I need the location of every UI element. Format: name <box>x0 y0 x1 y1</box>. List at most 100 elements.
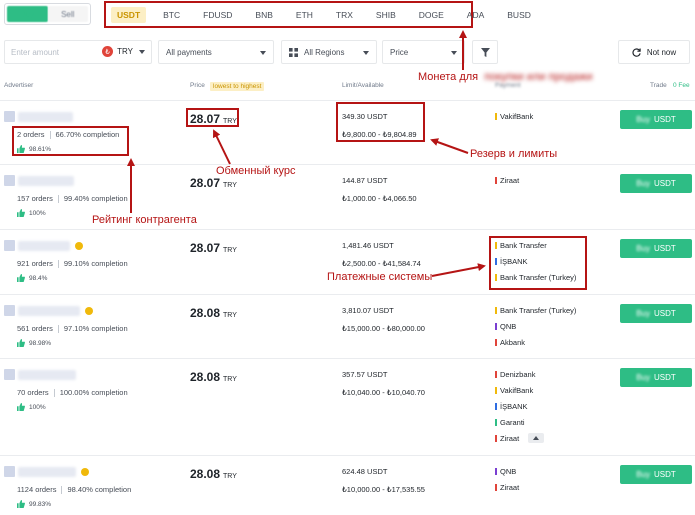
refresh-button[interactable]: Not now <box>618 40 690 64</box>
payment-method-name: Ziraat <box>500 434 520 443</box>
amount-input[interactable] <box>11 47 101 57</box>
avatar[interactable] <box>4 369 15 380</box>
payment-color-bar <box>495 113 497 120</box>
coin-tab-btc[interactable]: BTC <box>157 7 186 23</box>
regions-select[interactable]: All Regions <box>281 40 377 64</box>
coin-annotation-text: Монета для <box>418 71 479 83</box>
header-limit: Limit/Available <box>342 82 384 89</box>
coin-tab-eth[interactable]: ETH <box>290 7 319 23</box>
coin-tabs: USDT BTC FDUSD BNB ETH TRX SHIB DOGE ADA BUSD <box>104 1 531 28</box>
verified-icon <box>75 242 83 250</box>
order-limits: ₺15,000.00 - ₺80,000.00 <box>342 324 425 333</box>
payment-color-bar <box>495 307 497 314</box>
positive-rating: 100% <box>29 403 46 411</box>
positive-rating: 98.98% <box>29 339 52 347</box>
advertiser-name[interactable] <box>18 176 74 186</box>
price: 28.07 TRY <box>190 241 237 255</box>
coin-tab-fdusd[interactable]: FDUSD <box>197 7 238 23</box>
avatar[interactable] <box>4 466 15 477</box>
buy-button[interactable]: Buy USDT <box>620 465 692 484</box>
available-amount: 357.57 USDT <box>342 370 388 379</box>
rating-annotation: Рейтинг контрагента <box>92 214 197 226</box>
orders-count: 70 orders <box>17 388 49 397</box>
rating: 98.4% <box>17 274 47 282</box>
price-sort-badge[interactable]: lowest to highest <box>210 82 265 91</box>
completion-rate: 99.40% completion <box>63 194 128 203</box>
rating: 100% <box>17 209 46 217</box>
advertiser-stats: 921 orders 99.10% completion <box>17 259 128 269</box>
payments-select[interactable]: All payments <box>158 40 274 64</box>
payment-method: İŞBANK <box>495 402 528 411</box>
payment-method-name: Ziraat <box>500 176 520 185</box>
advertiser-name[interactable] <box>18 241 70 251</box>
chevron-down-icon <box>363 51 369 55</box>
reserve-annotation: Резерв и лимиты <box>470 148 558 160</box>
coin-tab-ada[interactable]: ADA <box>461 7 490 23</box>
payment-color-bar <box>495 403 497 410</box>
order-limits: ₺2,500.00 - ₺41,584.74 <box>342 259 421 268</box>
coin-tab-shib[interactable]: SHIB <box>370 7 402 23</box>
filter-button[interactable] <box>472 40 498 64</box>
buy-button-coin: USDT <box>654 309 676 318</box>
price: 28.08 TRY <box>190 467 237 481</box>
thumbs-up-icon <box>17 403 25 411</box>
buy-button-action: Buy <box>636 309 650 318</box>
available-amount: 1,481.46 USDT <box>342 241 394 250</box>
sell-tab[interactable]: Sell <box>47 6 88 22</box>
thumbs-up-icon <box>17 339 25 347</box>
buy-button-action: Buy <box>636 179 650 188</box>
rate-annotation: Обменный курс <box>216 165 296 177</box>
payment-method: Ziraat <box>495 483 519 492</box>
buy-button[interactable]: Buy USDT <box>620 368 692 387</box>
order-limits: ₺1,000.00 - ₺4,066.50 <box>342 194 417 203</box>
verified-icon <box>85 307 93 315</box>
refresh-label: Not now <box>646 47 677 57</box>
coin-tab-trx[interactable]: TRX <box>330 7 359 23</box>
buy-button-action: Buy <box>636 470 650 479</box>
avatar[interactable] <box>4 305 15 316</box>
buy-tab[interactable]: Buy <box>7 6 48 22</box>
coin-tab-busd[interactable]: BUSD <box>501 7 537 23</box>
payment-color-bar <box>495 339 497 346</box>
payment-color-bar <box>495 484 497 491</box>
verified-icon <box>81 468 89 476</box>
price-currency: TRY <box>223 312 237 319</box>
advertiser-name[interactable] <box>18 467 76 477</box>
payments-label: All payments <box>166 47 212 57</box>
advertiser-name[interactable] <box>18 112 73 122</box>
price: 28.07 TRY <box>190 176 237 190</box>
order-limits: ₺10,000.00 - ₺17,535.55 <box>342 485 425 494</box>
buy-button[interactable]: Buy USDT <box>620 174 692 193</box>
currency-select[interactable]: ₺ TRY <box>102 46 145 57</box>
coin-tab-doge[interactable]: DOGE <box>413 7 450 23</box>
avatar[interactable] <box>4 175 15 186</box>
price-value: 28.08 <box>190 370 221 384</box>
amount-field[interactable]: ₺ TRY <box>4 40 152 64</box>
available-amount: 144.87 USDT <box>342 176 388 185</box>
funnel-icon <box>480 47 490 57</box>
refresh-icon <box>632 47 641 57</box>
price-value: 28.07 <box>190 176 221 190</box>
price: 28.08 TRY <box>190 370 237 384</box>
payment-method: Garanti <box>495 418 525 427</box>
coin-annotation: Монета для покупки или продажи <box>418 71 593 83</box>
expand-payments-button[interactable] <box>528 433 544 443</box>
payment-color-bar <box>495 419 497 426</box>
avatar[interactable] <box>4 240 15 251</box>
advertiser-stats: 70 orders 100.00% completion <box>17 388 128 398</box>
coin-tab-usdt[interactable]: USDT <box>111 6 147 23</box>
header-advertiser: Advertiser <box>4 82 34 89</box>
header-payment: Payment <box>495 82 521 89</box>
payment-annotation: Платежные системы <box>327 271 433 283</box>
advertiser-name[interactable] <box>18 306 80 316</box>
buy-sell-toggle[interactable]: Buy Sell <box>4 3 91 25</box>
buy-button[interactable]: Buy USDT <box>620 239 692 258</box>
avatar[interactable] <box>4 111 15 122</box>
sort-select[interactable]: Price <box>382 40 465 64</box>
advertiser-stats: 157 orders 99.40% completion <box>17 194 128 204</box>
advertiser-name[interactable] <box>18 370 76 380</box>
buy-button[interactable]: Buy USDT <box>620 110 692 129</box>
coin-tab-bnb[interactable]: BNB <box>249 7 278 23</box>
divider <box>53 389 55 398</box>
buy-button[interactable]: Buy USDT <box>620 304 692 323</box>
